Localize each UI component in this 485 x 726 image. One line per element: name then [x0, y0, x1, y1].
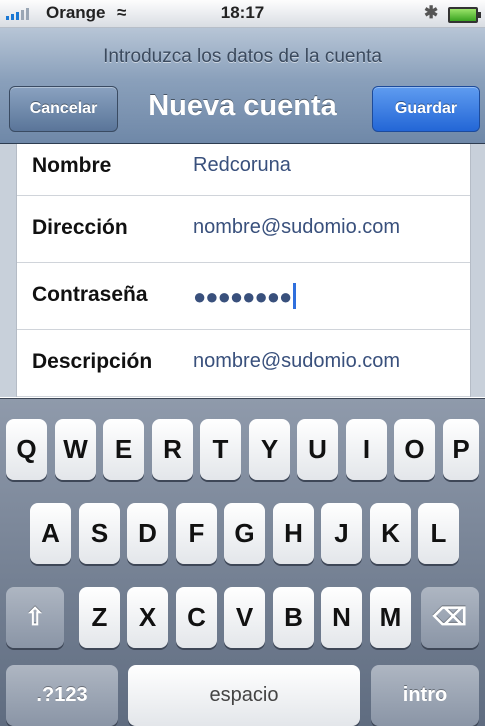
name-row[interactable]: Nombre Redcoruna [17, 144, 470, 196]
description-row[interactable]: Descripción nombre@sudomio.com [17, 330, 470, 397]
key-c[interactable]: C [176, 587, 217, 648]
name-field[interactable]: Redcoruna [193, 154, 291, 177]
form-area: Nombre Redcoruna Dirección nombre@sudomi… [0, 144, 485, 397]
shift-icon: ⇧ [24, 604, 46, 631]
key-g[interactable]: G [224, 503, 265, 564]
key-t[interactable]: T [200, 419, 241, 480]
navigation-bar: Introduzca los datos de la cuenta Cancel… [0, 28, 485, 144]
key-i[interactable]: I [346, 419, 387, 480]
key-l[interactable]: L [418, 503, 459, 564]
delete-icon: ⌫ [433, 604, 467, 631]
status-bar: Orange ≈ 18:17 ✱ [0, 0, 485, 28]
password-field-wrap[interactable]: ●●●●●●●● [193, 283, 297, 310]
key-x[interactable]: X [127, 587, 168, 648]
key-p[interactable]: P [443, 419, 479, 480]
key-b[interactable]: B [273, 587, 314, 648]
address-field[interactable]: nombre@sudomio.com [193, 216, 400, 239]
key-w[interactable]: W [55, 419, 96, 480]
password-field[interactable]: ●●●●●●●● [193, 284, 292, 309]
key-f[interactable]: F [176, 503, 217, 564]
battery-icon [448, 7, 481, 23]
key-s[interactable]: S [79, 503, 120, 564]
key-e[interactable]: E [103, 419, 144, 480]
key-r[interactable]: R [152, 419, 193, 480]
numbers-key[interactable]: .?123 [6, 665, 118, 726]
key-h[interactable]: H [273, 503, 314, 564]
address-row[interactable]: Dirección nombre@sudomio.com [17, 196, 470, 263]
bluetooth-icon: ✱ [424, 3, 439, 22]
key-a[interactable]: A [30, 503, 71, 564]
status-time: 18:17 [220, 3, 265, 22]
key-m[interactable]: M [370, 587, 411, 648]
delete-key[interactable]: ⌫ [421, 587, 479, 648]
key-y[interactable]: Y [249, 419, 290, 480]
password-label: Contraseña [32, 283, 148, 306]
key-z[interactable]: Z [79, 587, 120, 648]
key-k[interactable]: K [370, 503, 411, 564]
nav-prompt: Introduzca los datos de la cuenta [103, 46, 382, 67]
save-button[interactable]: Guardar [372, 86, 480, 132]
description-label: Descripción [32, 350, 153, 373]
key-u[interactable]: U [297, 419, 338, 480]
key-v[interactable]: V [224, 587, 265, 648]
key-j[interactable]: J [321, 503, 362, 564]
password-row[interactable]: Contraseña ●●●●●●●● [17, 263, 470, 330]
shift-key[interactable]: ⇧ [6, 587, 64, 648]
key-d[interactable]: D [127, 503, 168, 564]
name-label: Nombre [32, 154, 112, 177]
key-n[interactable]: N [321, 587, 362, 648]
space-key[interactable]: espacio [128, 665, 360, 726]
address-label: Dirección [32, 216, 128, 239]
text-cursor [293, 283, 297, 309]
description-field[interactable]: nombre@sudomio.com [193, 350, 400, 373]
key-q[interactable]: Q [6, 419, 47, 480]
onscreen-keyboard: Q W E R T Y U I O P A S D F G H J K L ⇧ … [0, 398, 485, 726]
return-key[interactable]: intro [371, 665, 479, 726]
account-form: Nombre Redcoruna Dirección nombre@sudomi… [16, 144, 471, 397]
key-o[interactable]: O [394, 419, 435, 480]
